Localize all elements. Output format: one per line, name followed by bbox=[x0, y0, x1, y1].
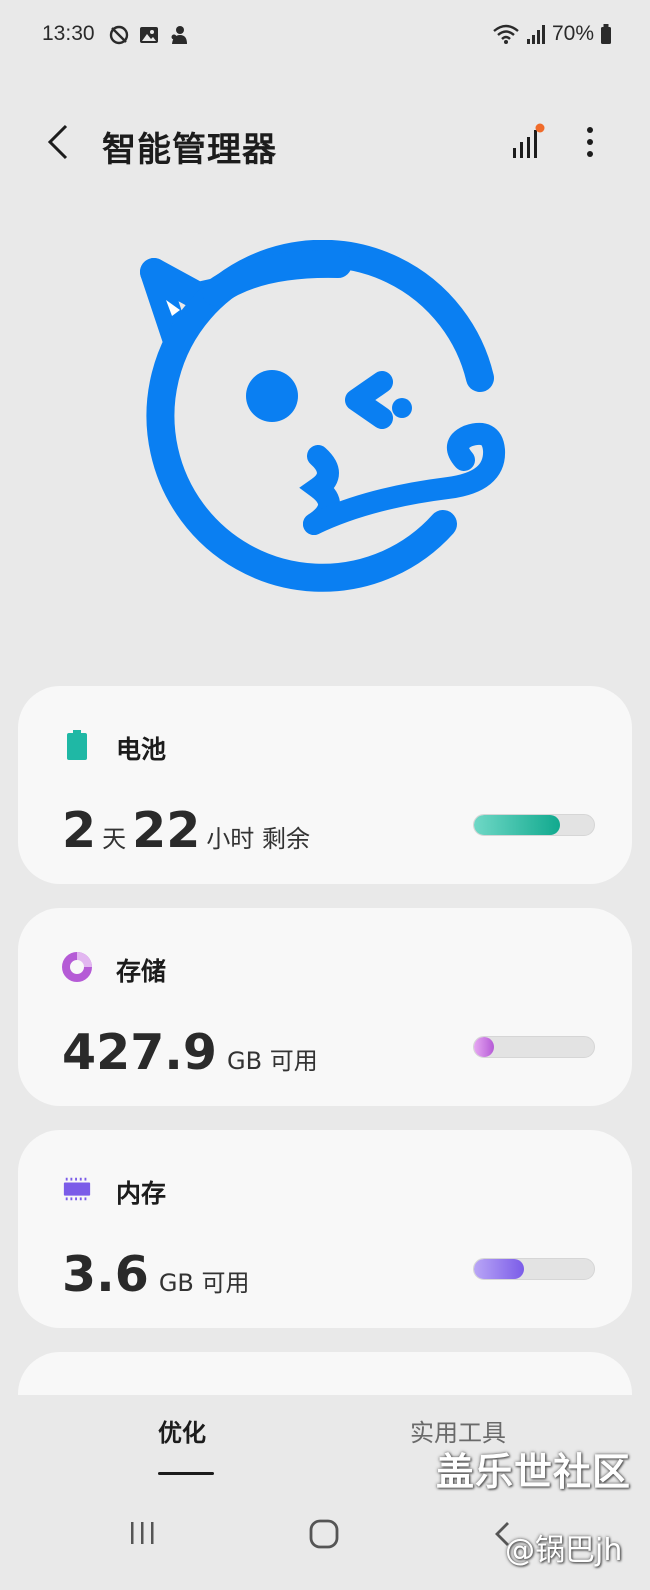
tab-optimize[interactable]: 优化 bbox=[158, 1413, 206, 1448]
memory-value: 3.6 bbox=[62, 1246, 149, 1303]
more-options-button[interactable] bbox=[572, 120, 608, 164]
battery-card-title: 电池 bbox=[116, 735, 167, 764]
memory-usage-bar bbox=[473, 1258, 595, 1280]
recent-apps-icon bbox=[131, 1522, 154, 1544]
storage-pie-icon bbox=[62, 952, 92, 982]
status-left-icons bbox=[108, 24, 190, 46]
battery-card[interactable]: 电池 2 天 22 小时 剩余 bbox=[18, 686, 632, 884]
watermark-author: @锅巴jh bbox=[505, 1533, 623, 1568]
storage-card-title: 存储 bbox=[116, 957, 167, 986]
battery-remaining: 2 天 22 小时 剩余 bbox=[62, 802, 316, 859]
storage-usage-bar bbox=[473, 1036, 595, 1058]
more-vertical-icon bbox=[587, 127, 593, 157]
battery-icon bbox=[601, 24, 611, 44]
bar-chart-icon bbox=[513, 123, 545, 158]
storage-unit: GB 可用 bbox=[227, 1047, 318, 1075]
storage-value: 427.9 bbox=[62, 1024, 217, 1081]
battery-percent: 70% bbox=[551, 22, 594, 45]
gallery-icon bbox=[140, 27, 158, 43]
app-notification-icon bbox=[171, 26, 187, 44]
battery-icon bbox=[62, 730, 92, 760]
battery-level-bar bbox=[473, 814, 595, 836]
battery-days-unit: 天 bbox=[102, 825, 127, 853]
battery-hours-value: 22 bbox=[132, 802, 201, 859]
status-right-icons: 70% bbox=[492, 22, 612, 46]
no-location-icon bbox=[109, 25, 129, 45]
storage-card[interactable]: 存储 427.9 GB 可用 bbox=[18, 908, 632, 1106]
storage-usage-fill bbox=[474, 1037, 495, 1057]
app-header: 智能管理器 bbox=[0, 100, 650, 190]
battery-days-value: 2 bbox=[62, 802, 97, 859]
signal-icon bbox=[526, 25, 545, 44]
storage-available: 427.9 GB 可用 bbox=[62, 1024, 324, 1081]
page-title: 智能管理器 bbox=[102, 130, 277, 170]
home-icon bbox=[309, 1519, 339, 1549]
battery-level-fill bbox=[474, 815, 561, 835]
battery-hours-unit: 小时 剩余 bbox=[206, 825, 310, 853]
memory-unit: GB 可用 bbox=[158, 1269, 250, 1297]
watermark-community: 盖乐世社区 bbox=[436, 1450, 632, 1494]
chevron-left-icon bbox=[47, 124, 68, 160]
memory-card-title: 内存 bbox=[116, 1179, 167, 1208]
memory-usage-fill bbox=[474, 1259, 525, 1279]
status-bar: 13:30 70% bbox=[0, 0, 650, 72]
back-button[interactable] bbox=[36, 120, 80, 164]
next-card-partial[interactable] bbox=[18, 1352, 632, 1396]
recent-apps-button[interactable] bbox=[128, 1520, 158, 1550]
stats-button[interactable] bbox=[505, 120, 549, 164]
tab-optimize-indicator bbox=[158, 1472, 214, 1475]
device-care-mascot-illustration bbox=[140, 240, 506, 592]
memory-chip-icon bbox=[62, 1174, 92, 1204]
memory-card[interactable]: 内存 3.6 GB 可用 bbox=[18, 1130, 632, 1328]
wifi-icon bbox=[493, 24, 519, 44]
status-time: 13:30 bbox=[42, 22, 95, 45]
home-button[interactable] bbox=[308, 1518, 340, 1554]
memory-available: 3.6 GB 可用 bbox=[62, 1246, 256, 1303]
